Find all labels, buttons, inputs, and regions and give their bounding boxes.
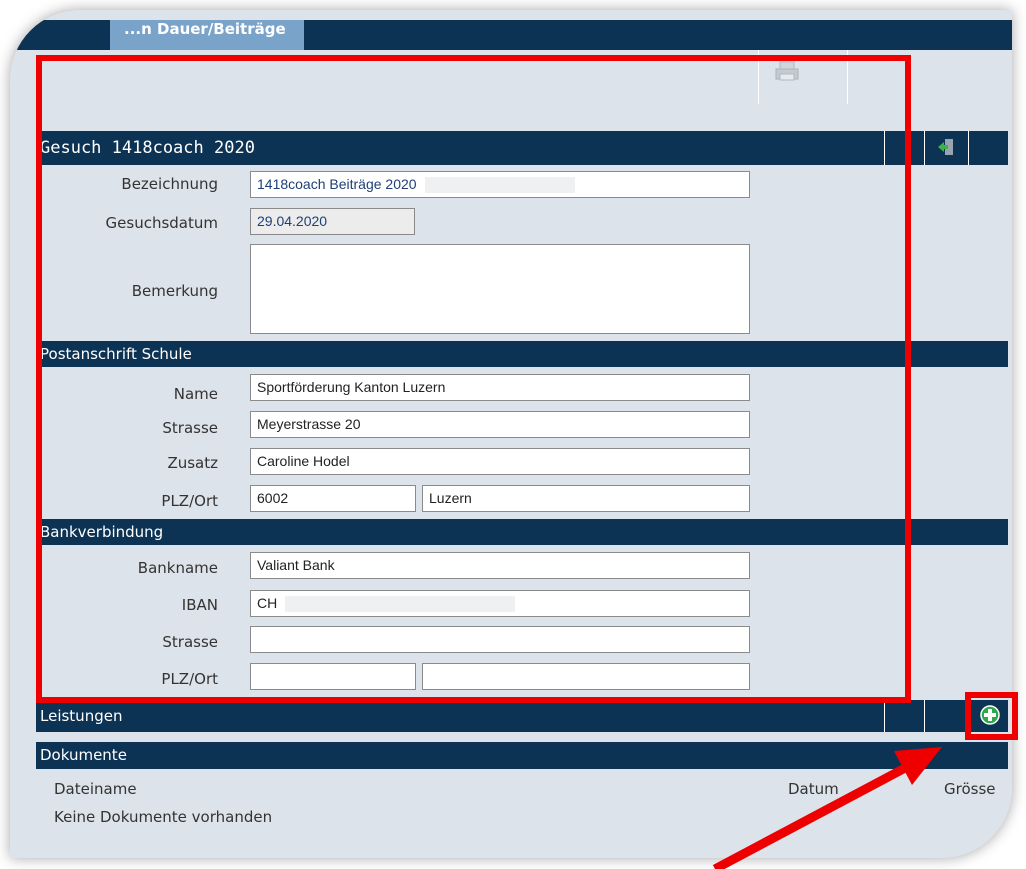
leistungen-header-cell-2 [924,700,968,732]
gesuch-header-cell-end [968,131,1008,165]
exit-door-icon[interactable] [937,138,955,156]
highlight-add-button [965,692,1018,740]
gesuch-exit-cell[interactable] [924,131,968,165]
dokumente-title: Dokumente [40,746,127,764]
leistungen-header: Leistungen [36,700,1008,732]
no-documents-text: Keine Dokumente vorhanden [54,808,273,826]
highlight-form-area [36,55,911,703]
tab-dauer-beitraege[interactable]: ...n Dauer/Beiträge [110,20,304,50]
leistungen-header-cell [884,700,924,732]
column-datum[interactable]: Datum [788,780,839,798]
column-groesse[interactable]: Grösse [944,780,996,798]
column-dateiname[interactable]: Dateiname [54,780,137,798]
leistungen-title: Leistungen [40,707,123,725]
dokumente-header: Dokumente [36,742,1008,769]
